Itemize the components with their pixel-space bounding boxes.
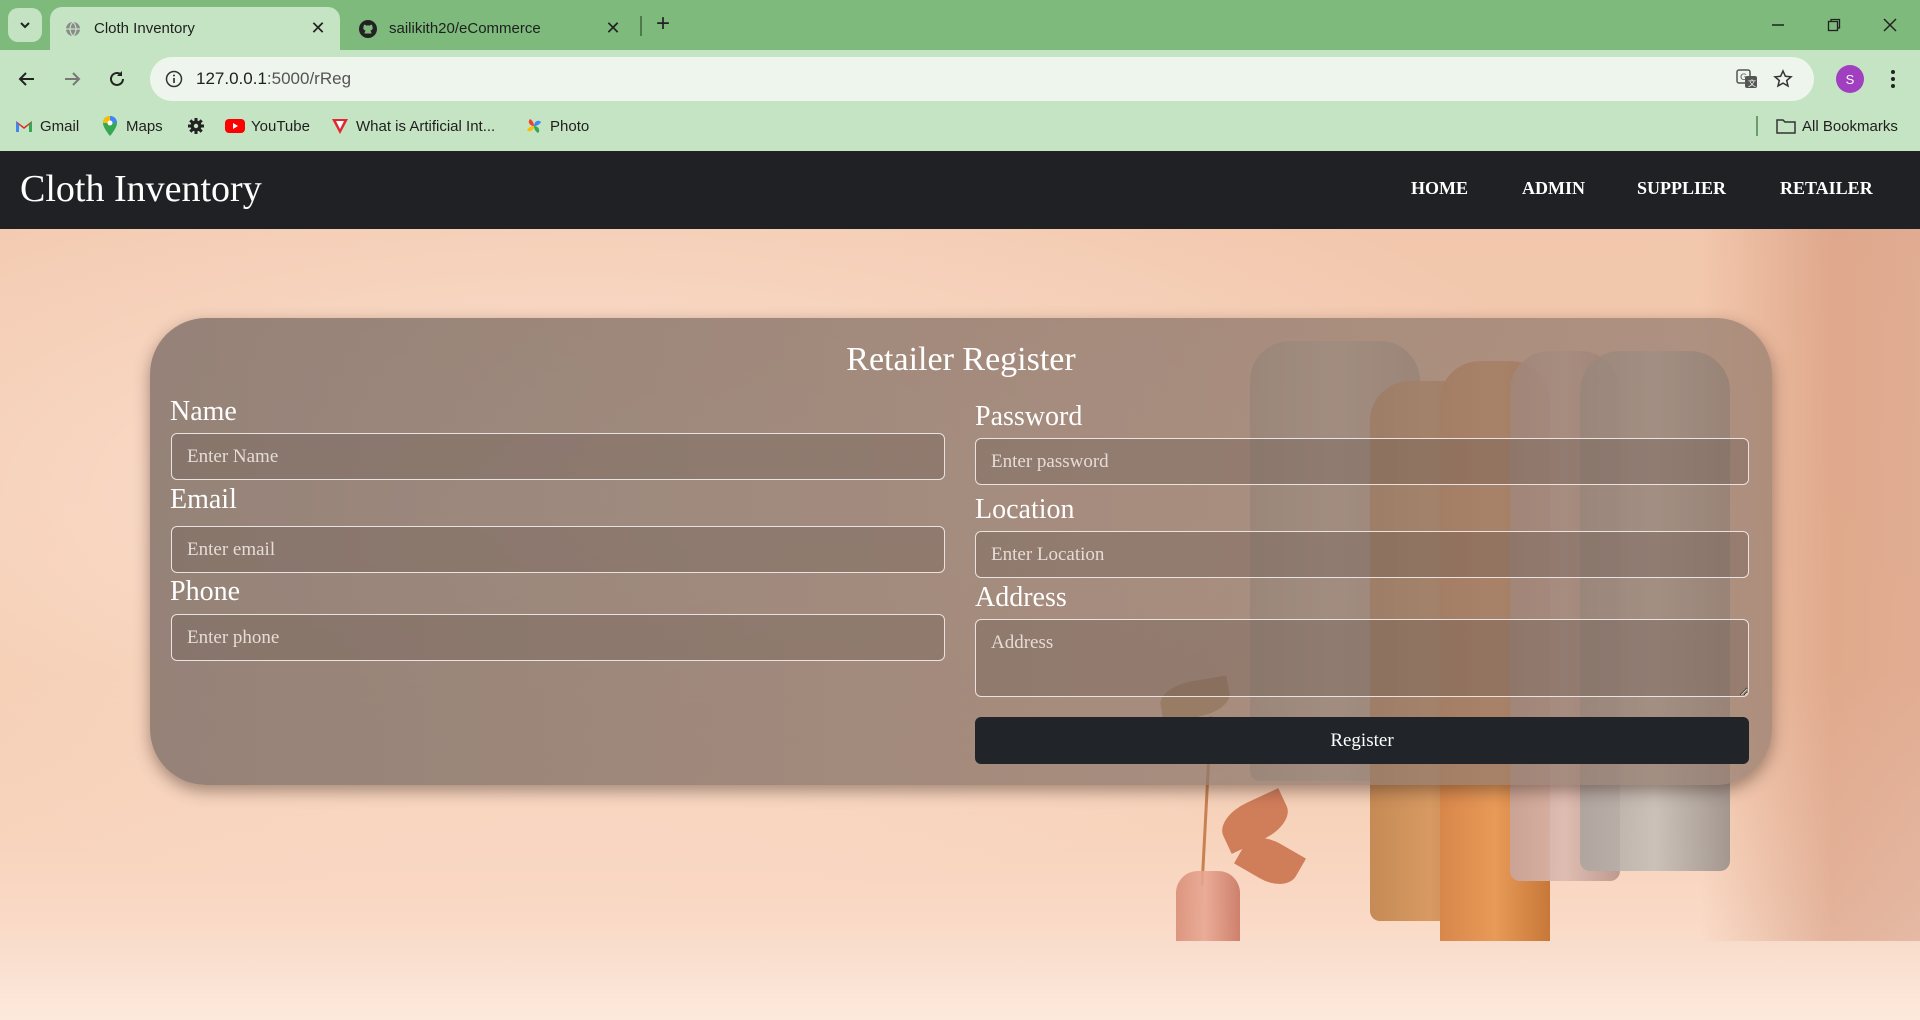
name-input[interactable] — [171, 433, 945, 480]
profile-avatar[interactable]: S — [1836, 65, 1864, 93]
arrow-left-icon — [18, 72, 34, 86]
phone-label: Phone — [170, 576, 240, 607]
url-host: 127.0.0.1 — [196, 69, 267, 88]
svg-text:文: 文 — [1748, 78, 1756, 88]
site-navbar: Cloth Inventory HOME ADMIN SUPPLIER RETA… — [0, 151, 1920, 229]
floor-illustration — [0, 941, 1920, 1020]
reload-button[interactable] — [100, 62, 134, 96]
more-menu-icon[interactable] — [1880, 63, 1906, 95]
all-bookmarks-label: All Bookmarks — [1802, 117, 1898, 135]
email-input[interactable] — [171, 526, 945, 573]
bookmark-settings[interactable] — [186, 108, 212, 144]
site-brand[interactable]: Cloth Inventory — [20, 167, 262, 211]
register-card: Retailer Register Name Email Phone Passw… — [150, 318, 1772, 785]
restore-icon[interactable] — [1806, 0, 1862, 50]
name-label: Name — [170, 396, 237, 427]
tab-search-button[interactable] — [8, 8, 42, 42]
register-button[interactable]: Register — [975, 717, 1749, 764]
bookmarks-separator — [1756, 116, 1758, 136]
translate-icon[interactable]: G文 — [1734, 67, 1760, 91]
github-icon — [359, 19, 377, 38]
browser-tab-strip: Cloth Inventory ✕ sailikith20/eCommerce … — [0, 0, 1920, 50]
arrow-right-icon — [65, 72, 81, 86]
chevron-down-icon — [20, 22, 30, 29]
bookmark-gmail[interactable]: Gmail — [14, 108, 79, 144]
bookmark-maps[interactable]: Maps — [100, 108, 163, 144]
email-label: Email — [170, 484, 237, 515]
tab-separator — [640, 16, 642, 36]
bookmark-v-icon — [330, 116, 350, 136]
bookmark-label: Photo — [550, 117, 590, 135]
url-path: :5000/rReg — [266, 69, 352, 88]
address-textarea[interactable] — [975, 619, 1749, 697]
phone-input[interactable] — [171, 614, 945, 661]
gmail-icon — [14, 116, 34, 136]
bookmark-label: Maps — [126, 117, 163, 135]
nav-supplier[interactable]: SUPPLIER — [1637, 178, 1726, 199]
nav-retailer[interactable]: RETAILER — [1780, 178, 1873, 199]
reload-icon — [110, 71, 124, 86]
close-window-icon[interactable] — [1862, 0, 1918, 50]
bookmark-label: YouTube — [251, 117, 310, 135]
tab-title: Cloth Inventory — [94, 20, 195, 37]
web-page: Cloth Inventory HOME ADMIN SUPPLIER RETA… — [0, 151, 1920, 1020]
all-bookmarks-button[interactable]: All Bookmarks — [1776, 108, 1898, 144]
globe-icon — [64, 20, 82, 38]
bookmark-label: What is Artificial Int... — [356, 117, 496, 135]
tab-title: sailikith20/eCommerce — [389, 20, 541, 37]
close-tab-icon[interactable]: ✕ — [304, 15, 332, 43]
tab-github[interactable]: sailikith20/eCommerce ✕ — [345, 7, 635, 50]
url-text: 127.0.0.1:5000/rReg — [196, 69, 351, 89]
folder-icon — [1776, 116, 1796, 136]
form-title: Retailer Register — [846, 341, 1076, 378]
location-label: Location — [975, 494, 1075, 525]
browser-toolbar: 127.0.0.1:5000/rReg G文 S — [0, 50, 1920, 108]
maps-icon — [100, 116, 120, 136]
nav-admin[interactable]: ADMIN — [1522, 178, 1585, 199]
photos-icon — [524, 116, 544, 136]
forward-button[interactable] — [55, 62, 89, 96]
bookmark-photo[interactable]: Photo — [524, 108, 589, 144]
bookmark-star-icon[interactable] — [1770, 67, 1796, 91]
close-tab-icon[interactable]: ✕ — [599, 15, 627, 43]
bookmark-label: Gmail — [40, 117, 80, 135]
bookmark-ai-article[interactable]: What is Artificial Int... — [330, 108, 495, 144]
address-label: Address — [975, 582, 1067, 613]
back-button[interactable] — [10, 62, 44, 96]
new-tab-button[interactable]: + — [648, 9, 678, 39]
address-bar[interactable]: 127.0.0.1:5000/rReg G文 — [150, 57, 1814, 101]
nav-home[interactable]: HOME — [1411, 178, 1468, 199]
minimize-icon[interactable] — [1750, 0, 1806, 50]
bookmarks-bar: Gmail Maps YouTube What is Artificial In… — [0, 108, 1920, 151]
youtube-icon — [225, 116, 245, 136]
bookmark-youtube[interactable]: YouTube — [225, 108, 310, 144]
gear-icon — [186, 116, 206, 136]
tab-cloth-inventory[interactable]: Cloth Inventory ✕ — [50, 7, 340, 50]
site-info-icon[interactable] — [162, 67, 186, 91]
password-input[interactable] — [975, 438, 1749, 485]
password-label: Password — [975, 401, 1083, 432]
location-input[interactable] — [975, 531, 1749, 578]
